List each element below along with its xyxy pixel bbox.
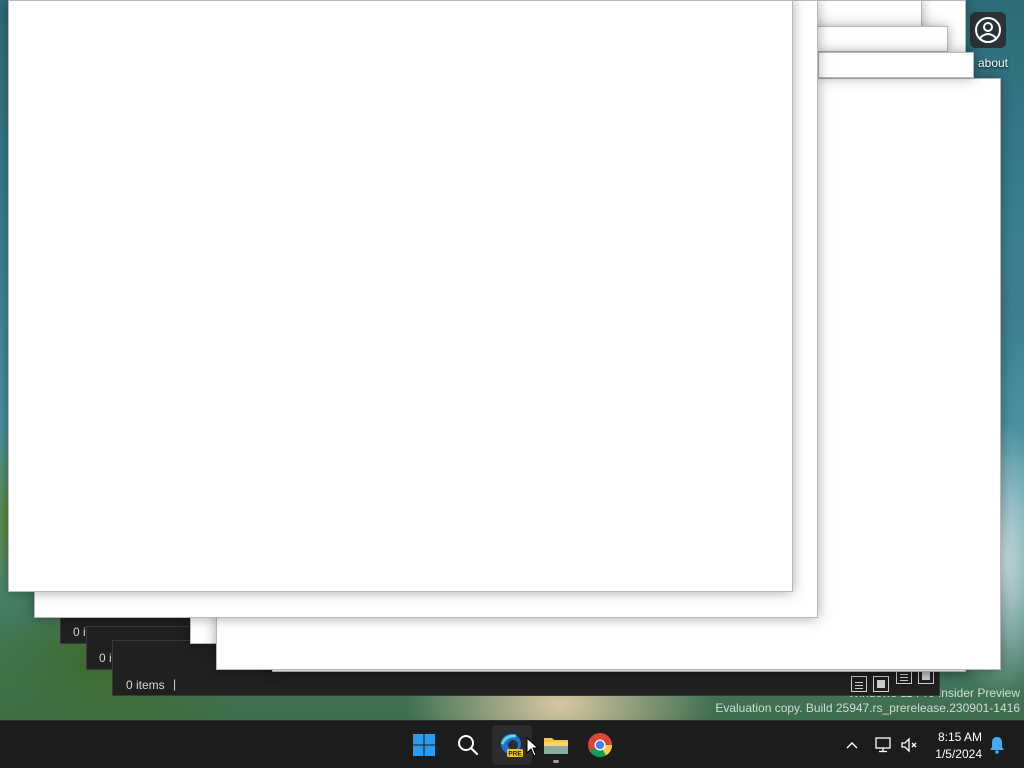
file-explorer-button[interactable] [536,725,576,765]
network-status-button[interactable] [870,721,896,768]
about-user-icon [970,12,1006,48]
clock-time: 8:15 AM [937,730,982,744]
chrome-button[interactable] [580,725,620,765]
network-icon [875,737,891,753]
window-stack-tab-2[interactable] [818,52,974,78]
watermark-build: Evaluation copy. Build 25947.rs_prerelea… [715,701,1020,715]
show-hidden-icons-button[interactable] [840,721,864,768]
status-item-count: 0 i [99,651,112,665]
status-item-count: 0 items [126,678,165,692]
mouse-cursor-icon [526,737,540,757]
search-button[interactable] [448,725,488,765]
volume-button[interactable] [896,721,922,768]
volume-muted-icon [901,737,917,753]
edge-preview-icon: PRE [500,734,523,758]
chrome-icon [588,733,612,758]
chevron-up-icon [846,742,858,749]
large-icons-view-button[interactable] [873,676,889,692]
search-icon [458,735,479,756]
status-separator: | [173,677,177,691]
taskbar: PRE 8:15 AM 1/5/2024 [0,720,1024,768]
notifications-button[interactable] [986,721,1008,768]
folder-icon [544,738,568,754]
windows-logo-icon [413,734,435,756]
taskbar-clock[interactable]: 8:15 AM 1/5/2024 [935,729,982,763]
bell-icon [990,737,1004,754]
foreground-window[interactable] [8,0,793,592]
status-item-count: 0 i [73,625,86,639]
details-view-button[interactable] [851,676,867,692]
clock-date: 1/5/2024 [935,747,982,761]
start-button[interactable] [404,725,444,765]
running-indicator [553,760,559,763]
svg-text:PRE: PRE [508,751,522,758]
